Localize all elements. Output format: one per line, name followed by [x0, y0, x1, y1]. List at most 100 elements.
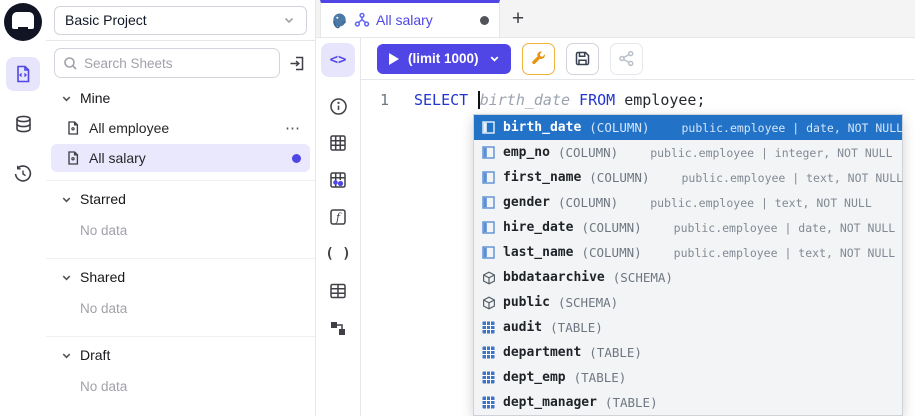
- item-kind: (TABLE): [605, 395, 658, 410]
- section-shared-header[interactable]: Shared: [46, 263, 315, 291]
- schema-cube-icon: [481, 296, 496, 310]
- unsaved-dot: [292, 154, 301, 163]
- item-name: bbdataarchive: [503, 270, 605, 285]
- code-content: SELECT birth_date FROM employee;: [414, 91, 706, 109]
- item-name: birth_date: [503, 120, 581, 135]
- item-name: gender: [503, 195, 550, 210]
- database-icon: [13, 114, 34, 135]
- autocomplete-item[interactable]: department (TABLE): [474, 340, 902, 365]
- autocomplete-item[interactable]: birth_date (COLUMN) public.employee | da…: [474, 115, 902, 140]
- autocomplete-popup: birth_date (COLUMN) public.employee | da…: [473, 114, 903, 416]
- app-window: Basic Project: [0, 0, 915, 416]
- autocomplete-item[interactable]: first_name (COLUMN) public.employee | te…: [474, 165, 902, 190]
- column-icon: [481, 221, 496, 234]
- sheet-file-icon: [65, 120, 81, 136]
- info-panel-button[interactable]: [321, 91, 355, 121]
- tables-panel-button[interactable]: [321, 128, 355, 158]
- section-draft-header[interactable]: Draft: [46, 341, 315, 369]
- import-sheet-icon[interactable]: [288, 54, 307, 73]
- search-input[interactable]: [84, 56, 271, 71]
- autocomplete-item[interactable]: hire_date (COLUMN) public.employee | dat…: [474, 215, 902, 240]
- tab-bar: All salary +: [316, 0, 915, 38]
- chevron-down-icon: [60, 349, 73, 362]
- left-rail: [0, 0, 46, 416]
- views-panel-button[interactable]: [321, 276, 355, 306]
- column-icon: [481, 246, 496, 259]
- autocomplete-item[interactable]: dept_manager (TABLE): [474, 390, 902, 415]
- item-kind: (COLUMN): [581, 220, 641, 235]
- share-icon: [618, 50, 635, 67]
- more-actions-icon[interactable]: ⋯: [285, 119, 301, 137]
- item-detail: public.employee | text, NOT NULL: [674, 246, 896, 260]
- autocomplete-item[interactable]: last_name (COLUMN) public.employee | tex…: [474, 240, 902, 265]
- item-kind: (COLUMN): [558, 145, 618, 160]
- section-starred-header[interactable]: Starred: [46, 185, 315, 213]
- section-label: Draft: [80, 347, 110, 363]
- table-icon: [481, 346, 496, 359]
- code-panel-toggle[interactable]: <>: [321, 43, 355, 77]
- bytebase-logo[interactable]: [4, 3, 42, 41]
- table-icon: [481, 321, 496, 334]
- new-tab-button[interactable]: +: [500, 0, 536, 37]
- line-number: 1: [361, 91, 401, 109]
- no-data-text: No data: [46, 291, 315, 328]
- er-diagram-icon: [329, 319, 347, 337]
- autocomplete-item[interactable]: bbdataarchive (SCHEMA): [474, 265, 902, 290]
- share-button[interactable]: [610, 43, 643, 75]
- panel-strip: <>: [316, 38, 361, 416]
- schema-editor-icon: [329, 171, 347, 189]
- autocomplete-item[interactable]: emp_no (COLUMN) public.employee | intege…: [474, 140, 902, 165]
- tab-label: All salary: [376, 12, 474, 28]
- autocomplete-item[interactable]: audit (TABLE): [474, 315, 902, 340]
- sheet-file-icon: [13, 64, 33, 84]
- table-icon: [481, 396, 496, 409]
- chevron-down-icon: [60, 271, 73, 284]
- run-query-button[interactable]: (limit 1000): [377, 44, 511, 74]
- section-mine[interactable]: Mine: [46, 84, 315, 112]
- rows-table-icon: [329, 282, 347, 300]
- autocomplete-item[interactable]: gender (COLUMN) public.employee | text, …: [474, 190, 902, 215]
- schema-editor-panel-button[interactable]: [321, 165, 355, 195]
- sheet-sidebar: Basic Project: [46, 0, 316, 416]
- section-label: Shared: [80, 269, 125, 285]
- item-name: first_name: [503, 170, 581, 185]
- sheet-item-all-employee[interactable]: All employee ⋯: [51, 114, 310, 142]
- format-sql-button[interactable]: [522, 43, 555, 75]
- sheet-item-all-salary[interactable]: All salary: [51, 144, 310, 172]
- svg-text:f: f: [335, 211, 342, 224]
- project-selector[interactable]: Basic Project: [54, 6, 307, 35]
- sheet-item-label: All employee: [89, 120, 277, 136]
- rail-item-sheets[interactable]: [6, 57, 40, 91]
- item-name: public: [503, 295, 550, 310]
- search-icon: [63, 56, 78, 71]
- section-draft: Draft No data: [46, 336, 315, 406]
- table-icon: [481, 371, 496, 384]
- history-icon: [13, 164, 33, 184]
- functions-panel-button[interactable]: f: [321, 202, 355, 232]
- chevron-down-icon: [282, 13, 296, 27]
- item-kind: (SCHEMA): [558, 295, 618, 310]
- item-kind: (TABLE): [589, 345, 642, 360]
- tab-all-salary[interactable]: All salary: [320, 0, 500, 37]
- rail-item-history[interactable]: [6, 157, 40, 191]
- item-kind: (COLUMN): [558, 195, 618, 210]
- er-diagram-panel-button[interactable]: [321, 313, 355, 343]
- save-icon: [574, 50, 591, 67]
- procedures-panel-button[interactable]: ( ): [321, 239, 355, 269]
- save-button[interactable]: [566, 43, 599, 75]
- code-line: 1 SELECT birth_date FROM employee;: [361, 89, 915, 111]
- grid-table-icon: [329, 134, 347, 152]
- autocomplete-item[interactable]: public (SCHEMA): [474, 290, 902, 315]
- autocomplete-item[interactable]: dept_emp (TABLE): [474, 365, 902, 390]
- wrench-icon: [530, 50, 547, 67]
- chevron-down-icon: [60, 193, 73, 206]
- section-starred: Starred No data: [46, 180, 315, 250]
- section-label: Mine: [80, 90, 110, 106]
- item-detail: public.employee | text, NOT NULL: [650, 196, 872, 210]
- no-data-text: No data: [46, 213, 315, 250]
- item-name: audit: [503, 320, 542, 335]
- rail-item-databases[interactable]: [6, 107, 40, 141]
- play-icon: [389, 53, 399, 65]
- chevron-down-icon[interactable]: [488, 52, 501, 65]
- item-detail: public.employee | date, NOT NULL: [682, 121, 904, 135]
